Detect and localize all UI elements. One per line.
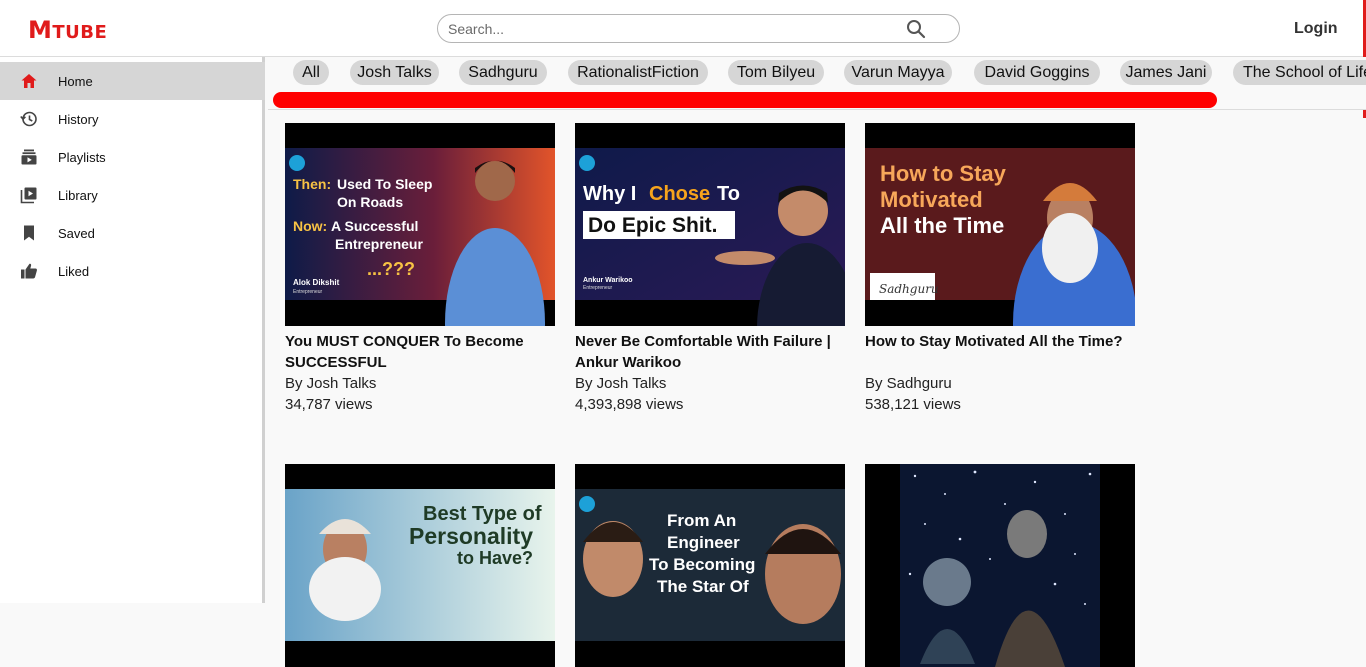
thumb-text: How to Stay: [880, 161, 1007, 186]
chip-tom-bilyeu[interactable]: Tom Bilyeu: [728, 60, 824, 85]
sidebar-item-library[interactable]: Library: [0, 176, 265, 214]
thumb-text: Chose: [649, 183, 710, 205]
thumb-text: A Successful: [331, 218, 418, 234]
thumb-text: Used To Sleep: [337, 176, 432, 192]
sidebar-item-home[interactable]: Home: [0, 62, 265, 100]
sidebar-item-playlists[interactable]: Playlists: [0, 138, 265, 176]
video-author: By Josh Talks: [285, 375, 377, 392]
sidebar-item-saved[interactable]: Saved: [0, 214, 265, 252]
thumb-text: Personality: [409, 523, 533, 549]
thumbs-up-icon: [21, 263, 37, 279]
thumb-text: Motivated: [880, 187, 983, 212]
video-views: 4,393,898 views: [575, 396, 684, 413]
thumb-text: Entrepreneur: [335, 236, 423, 252]
thumb-text: From An: [667, 511, 736, 530]
library-icon: [20, 187, 37, 204]
thumb-text: ...???: [367, 259, 415, 279]
chip-james-jani[interactable]: James Jani: [1120, 60, 1212, 85]
thumb-text: Alok Dikshit: [293, 278, 340, 287]
logo-text: TUBE: [52, 22, 108, 43]
thumb-text: to Have?: [457, 548, 533, 568]
video-title[interactable]: How to Stay Motivated All the Time?: [865, 331, 1135, 352]
sidebar-item-label: Library: [58, 187, 98, 203]
chip-josh-talks[interactable]: Josh Talks: [350, 60, 439, 85]
history-icon: [20, 111, 37, 127]
thumb-text: Entrepreneur: [293, 289, 323, 295]
login-button[interactable]: Login: [1294, 20, 1338, 38]
thumb-text: Ankur Warikoo: [583, 277, 633, 284]
bookmark-icon: [24, 225, 34, 241]
sidebar-item-label: Playlists: [58, 149, 106, 165]
video-thumbnail[interactable]: [865, 464, 1135, 667]
thumb-text: Now:: [293, 218, 327, 234]
thumb-signature: Sadhguru: [879, 282, 939, 296]
chip-all[interactable]: All: [293, 60, 329, 85]
sidebar: Home History Playlists Library Saved Lik…: [0, 57, 265, 603]
top-header: MTUBE Login: [0, 0, 1366, 57]
video-title[interactable]: Never Be Comfortable With Failure | Anku…: [575, 331, 845, 373]
video-thumbnail[interactable]: Then: Used To Sleep On Roads Now: A Succ…: [285, 123, 555, 326]
thumb-text: Entrepreneur: [583, 285, 613, 291]
video-thumbnail[interactable]: Sadhguru How to Stay Motivated All the T…: [865, 123, 1135, 326]
category-chips-bar: All Josh Talks Sadhguru RationalistFicti…: [268, 57, 1366, 110]
playlists-icon: [21, 149, 37, 165]
thumb-text: Why I: [583, 183, 636, 205]
sidebar-item-label: History: [58, 111, 99, 127]
thumb-text: To: [717, 183, 740, 205]
thumb-text: Then:: [293, 176, 331, 192]
chip-rationalistfiction[interactable]: RationalistFiction: [568, 60, 708, 85]
search-icon[interactable]: [906, 19, 926, 39]
video-thumbnail[interactable]: Why I Chose To Do Epic Shit. Ankur Warik…: [575, 123, 845, 326]
thumb-text: The Star Of: [657, 577, 749, 596]
thumb-text: Best Type of: [423, 503, 542, 525]
thumb-text: To Becoming: [649, 555, 755, 574]
chip-the-school-of-life[interactable]: The School of Life: [1233, 60, 1366, 85]
video-views: 34,787 views: [285, 396, 373, 413]
sidebar-item-liked[interactable]: Liked: [0, 252, 265, 290]
home-icon: [21, 74, 37, 88]
video-thumbnail[interactable]: From An Engineer To Becoming The Star Of: [575, 464, 845, 667]
sidebar-item-label: Saved: [58, 225, 95, 241]
sidebar-item-history[interactable]: History: [0, 100, 265, 138]
chip-david-goggins[interactable]: David Goggins: [974, 60, 1100, 85]
video-author: By Josh Talks: [575, 375, 667, 392]
logo-letter: M: [28, 16, 53, 44]
search-box: [437, 14, 960, 43]
thumb-text: All the Time: [880, 213, 1004, 238]
chip-sadhguru[interactable]: Sadhguru: [459, 60, 547, 85]
thumb-text: Do Epic Shit.: [588, 214, 718, 237]
sidebar-item-label: Liked: [58, 263, 90, 279]
chip-varun-mayya[interactable]: Varun Mayya: [844, 60, 952, 85]
video-thumbnail[interactable]: Best Type of Personality to Have?: [285, 464, 555, 667]
video-title[interactable]: You MUST CONQUER To Become SUCCESSFUL: [285, 331, 555, 373]
chips-scrollbar[interactable]: [273, 92, 1217, 108]
mtube-logo[interactable]: MTUBE: [28, 16, 107, 44]
video-author: By Sadhguru: [865, 375, 952, 392]
thumb-text: Engineer: [667, 533, 740, 552]
search-input[interactable]: [448, 20, 898, 38]
sidebar-item-label: Home: [58, 73, 93, 89]
thumb-text: On Roads: [337, 194, 403, 210]
video-views: 538,121 views: [865, 396, 961, 413]
